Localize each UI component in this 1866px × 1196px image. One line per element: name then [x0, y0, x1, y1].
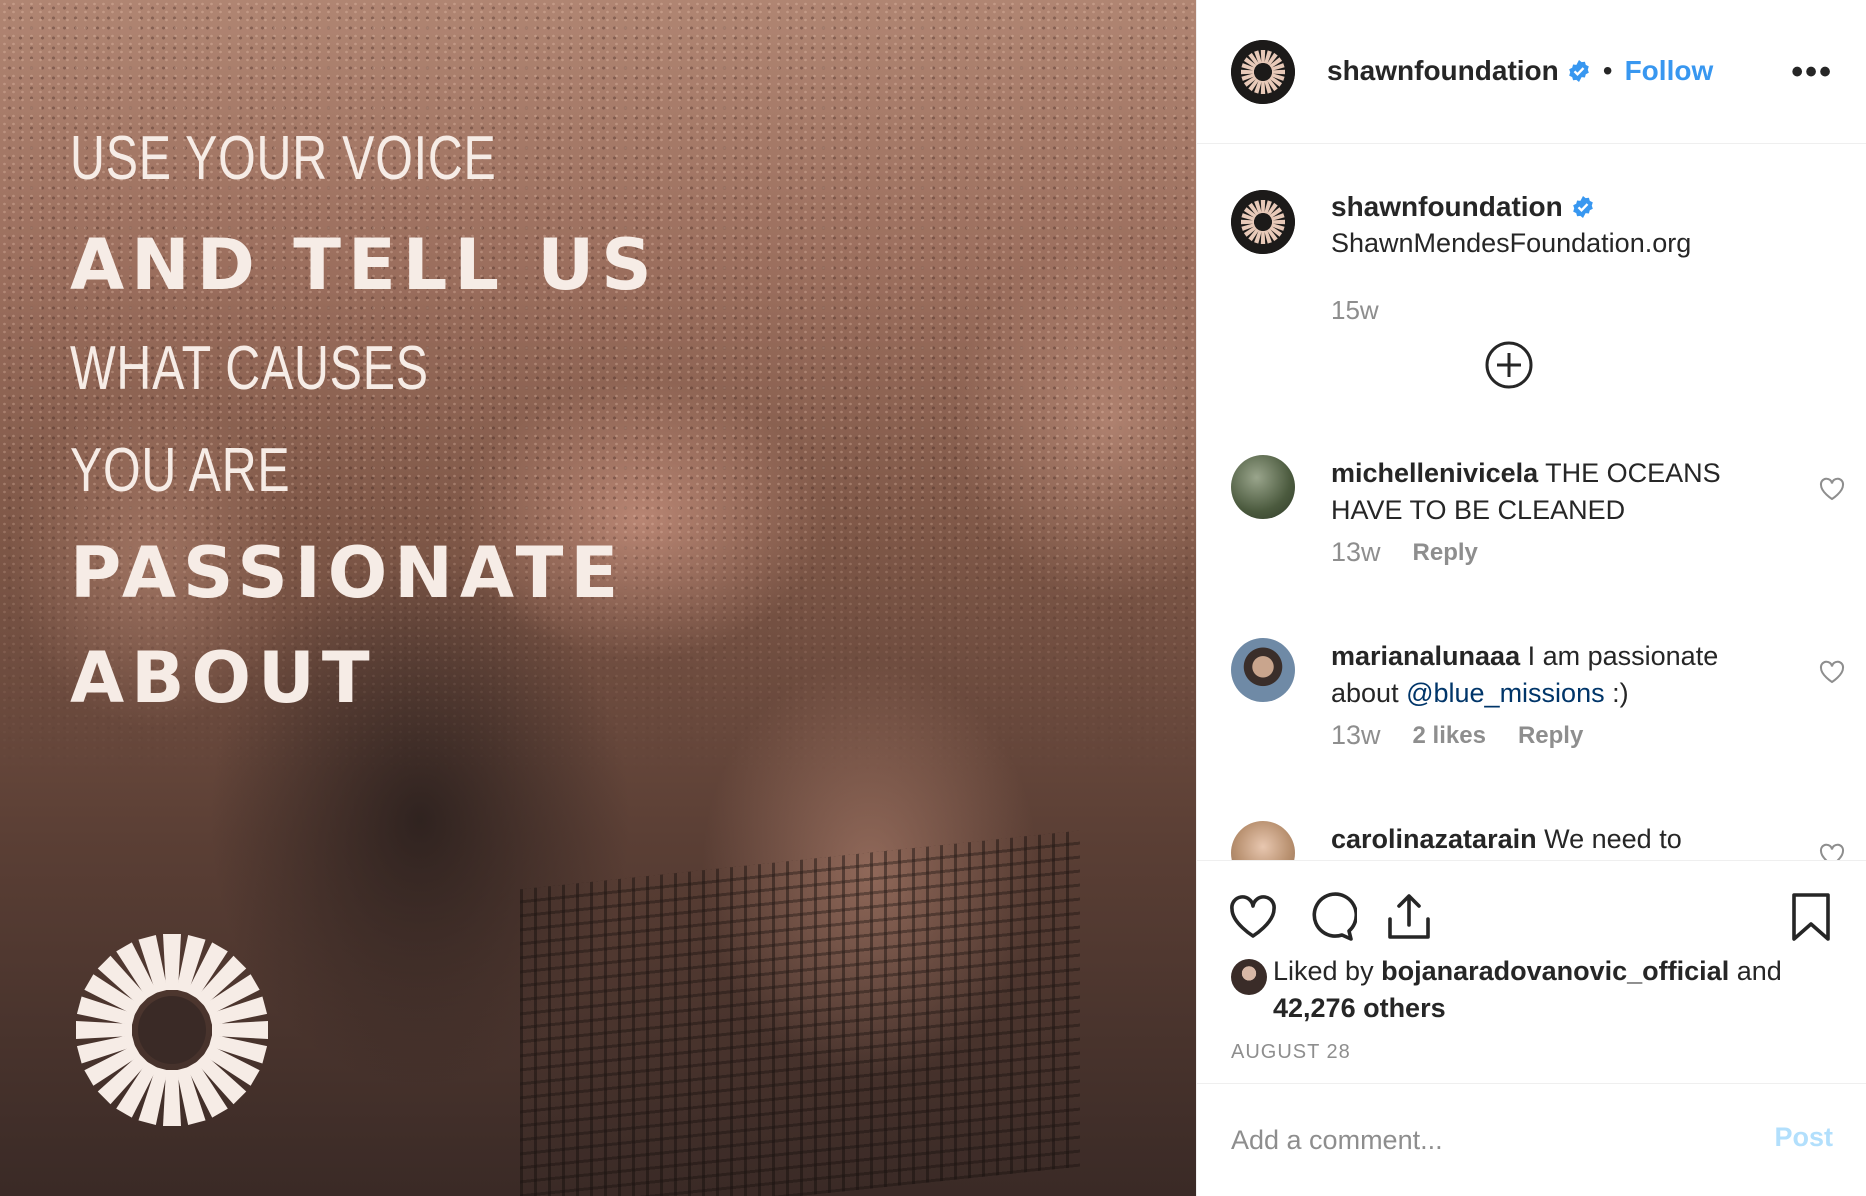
reply-button[interactable]: Reply — [1518, 722, 1583, 750]
follow-button[interactable]: Follow — [1625, 55, 1714, 87]
comment-meta: 13w Reply — [1331, 537, 1478, 568]
comment-meta: 13w 2 likes Reply — [1331, 720, 1583, 751]
image-text-line: WHAT CAUSES — [70, 334, 429, 403]
comment-body: michellenivicela THE OCEANS HAVE TO BE C… — [1331, 455, 1771, 529]
comment-likes-count[interactable]: 2 likes — [1413, 722, 1486, 750]
instagram-post-view: USE YOUR VOICE AND TELL US WHAT CAUSES Y… — [0, 0, 1866, 1196]
save-bookmark-icon[interactable] — [1785, 891, 1837, 943]
verified-badge-icon — [1572, 196, 1593, 218]
more-options-icon[interactable]: ••• — [1791, 55, 1833, 89]
likes-summary: Liked by bojanaradovanovic_official and … — [1231, 953, 1833, 1027]
avatar[interactable] — [1231, 959, 1267, 995]
post-comment-button[interactable]: Post — [1774, 1122, 1833, 1153]
username-link[interactable]: michellenivicela — [1331, 458, 1538, 488]
avatar[interactable] — [1231, 40, 1295, 104]
avatar[interactable] — [1231, 455, 1295, 519]
likes-and-label: and — [1736, 956, 1782, 986]
add-comment-bar: Post — [1197, 1083, 1866, 1196]
like-heart-icon[interactable] — [1227, 891, 1279, 943]
mention-link[interactable]: @blue_missions — [1406, 678, 1605, 708]
avatar[interactable] — [1231, 638, 1295, 702]
comments-list[interactable]: shawnfoundation ShawnMendesFoundation.or… — [1197, 145, 1866, 860]
username-link[interactable]: shawnfoundation — [1327, 55, 1559, 87]
image-text-line: YOU ARE — [70, 436, 291, 505]
liked-by-label: Liked by — [1273, 956, 1374, 986]
likes-count-link[interactable]: 42,276 others — [1273, 993, 1446, 1023]
separator-dot: • — [1602, 55, 1613, 86]
avatar[interactable] — [1231, 821, 1295, 860]
comment-text-after: :) — [1604, 678, 1629, 708]
header-user: shawnfoundation • Follow — [1327, 55, 1713, 87]
likes-text: Liked by bojanaradovanovic_official and … — [1273, 953, 1833, 1027]
username-link[interactable]: carolinazatarain — [1331, 824, 1537, 854]
barrier-fence — [520, 830, 1080, 1196]
image-text-line: AND TELL US — [70, 224, 659, 306]
foundation-logo-icon — [1231, 40, 1295, 104]
view-replies-plus-icon[interactable] — [1485, 341, 1533, 389]
foundation-logo-icon — [1231, 190, 1295, 254]
caption-timestamp[interactable]: 15w — [1331, 295, 1379, 326]
comment-body: marianalunaaa I am passionate about @blu… — [1331, 638, 1771, 712]
comment-body: carolinazatarain We need to change — [1331, 821, 1771, 860]
avatar[interactable] — [1231, 190, 1295, 254]
post-side-panel: shawnfoundation • Follow ••• shawnfounda — [1196, 0, 1866, 1196]
reply-button[interactable]: Reply — [1413, 539, 1478, 567]
add-comment-input[interactable] — [1231, 1118, 1751, 1162]
username-link[interactable]: shawnfoundation — [1331, 191, 1563, 223]
image-text-line: ABOUT — [70, 637, 377, 719]
foundation-logo-icon — [76, 934, 268, 1126]
post-date[interactable]: AUGUST 28 — [1231, 1041, 1351, 1064]
caption-user: shawnfoundation — [1331, 191, 1595, 223]
caption-text: ShawnMendesFoundation.org — [1331, 228, 1692, 258]
post-image[interactable]: USE YOUR VOICE AND TELL US WHAT CAUSES Y… — [0, 0, 1196, 1196]
comment-like-heart-icon[interactable] — [1819, 843, 1845, 860]
username-link[interactable]: marianalunaaa — [1331, 641, 1520, 671]
liker-username-link[interactable]: bojanaradovanovic_official — [1381, 956, 1729, 986]
comment-timestamp[interactable]: 13w — [1331, 720, 1381, 751]
comment-bubble-icon[interactable] — [1305, 891, 1357, 943]
verified-badge-icon — [1568, 60, 1589, 82]
post-actions: Liked by bojanaradovanovic_official and … — [1197, 860, 1866, 1196]
post-header: shawnfoundation • Follow ••• — [1197, 0, 1866, 144]
image-text-line: USE YOUR VOICE — [70, 124, 497, 193]
comment-like-heart-icon[interactable] — [1819, 660, 1845, 684]
comment-like-heart-icon[interactable] — [1819, 477, 1845, 501]
comment-timestamp[interactable]: 13w — [1331, 537, 1381, 568]
image-text-line: PASSIONATE — [70, 532, 626, 614]
share-icon[interactable] — [1383, 891, 1435, 943]
